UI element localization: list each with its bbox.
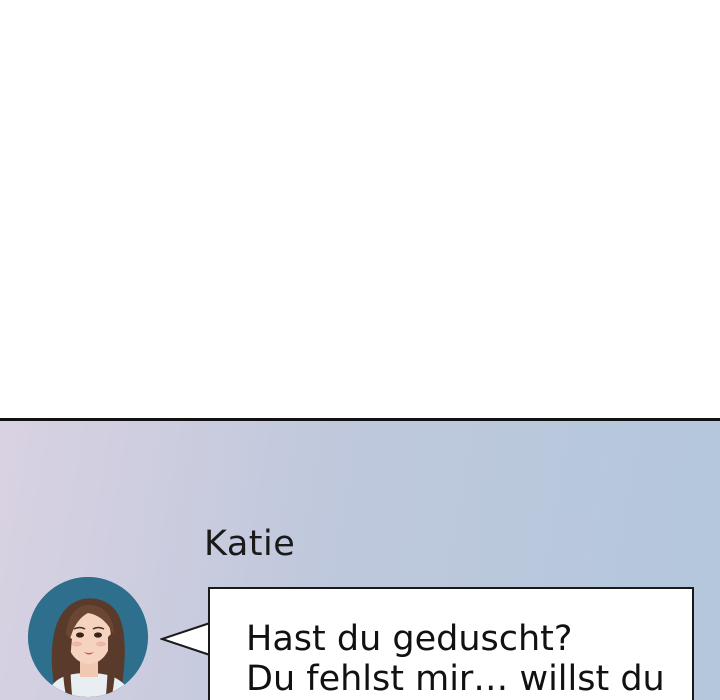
woman-avatar-icon bbox=[28, 577, 148, 697]
top-blank-panel bbox=[0, 0, 720, 418]
avatar[interactable] bbox=[28, 577, 148, 697]
speech-bubble: Hast du geduscht? Du fehlst mir… willst … bbox=[208, 587, 694, 700]
sender-name: Katie bbox=[204, 524, 296, 564]
message-text: Hast du geduscht? Du fehlst mir… willst … bbox=[246, 619, 665, 699]
speech-bubble-tail bbox=[160, 622, 214, 656]
chat-panel: Katie Hast du geduscht? Du fehlst mir… w… bbox=[0, 418, 720, 700]
